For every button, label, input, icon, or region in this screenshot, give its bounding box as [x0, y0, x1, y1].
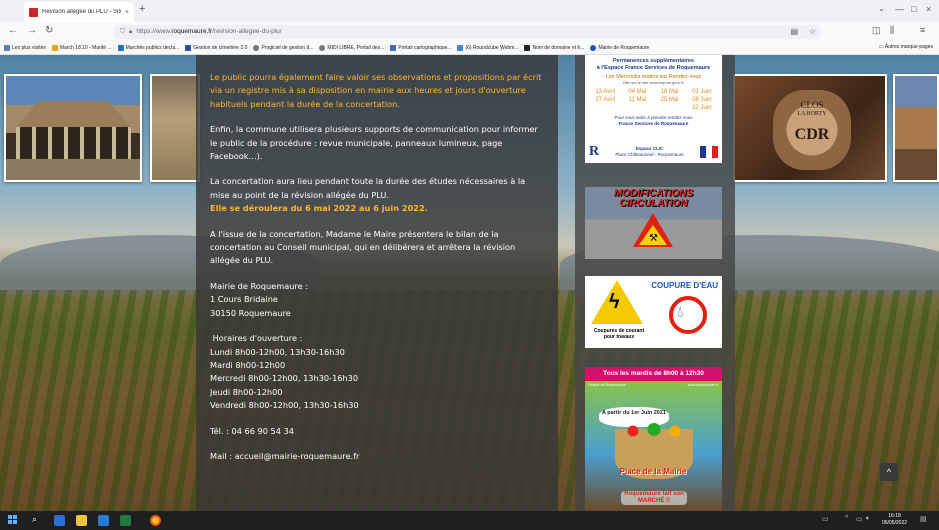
windows-start-icon[interactable]	[8, 515, 19, 526]
worker-icon: ⚒	[649, 233, 658, 244]
bookmark-star-icon[interactable]: ☆	[809, 27, 816, 36]
bookmark-favicon-icon	[590, 44, 597, 51]
bookmark-item[interactable]: Mairie de Roquemaure	[590, 44, 649, 51]
concertation-dates: Elle se déroulera du 6 mai 2022 au 6 jui…	[210, 203, 428, 214]
reader-view-icon[interactable]: ▤	[790, 27, 798, 36]
close-window-button[interactable]: ×	[926, 4, 931, 14]
vegetables-icon	[619, 423, 689, 439]
tab-title: Révision allégée du PLU - Site ...	[42, 9, 121, 15]
site-favicon-icon	[29, 7, 38, 17]
market-hall-photo	[4, 74, 142, 182]
outlook-icon[interactable]	[54, 515, 65, 526]
show-hidden-icons[interactable]: ^	[845, 515, 848, 522]
globe-icon	[319, 44, 326, 51]
bookmark-item[interactable]: Portail cartographique...	[390, 44, 451, 51]
back-icon[interactable]: ←	[8, 25, 18, 36]
browser-tab[interactable]: Révision allégée du PLU - Site ... ×	[24, 2, 134, 22]
reload-icon[interactable]: ↻	[45, 25, 53, 36]
article-content: Le public pourra également faire valoir …	[196, 55, 558, 511]
permanence-dates: 13 Avril 04 Mai 18 Mai 01 Juin 27 Avril 11 M…	[595, 89, 712, 111]
barrel-text: CLOS	[800, 100, 824, 110]
hours-title: Horaires d'ouverture :	[210, 333, 303, 344]
url-prefix: https://www.	[136, 28, 172, 35]
bookmark-item[interactable]: (6) Roundcube Webm...	[457, 44, 518, 51]
phone-number: Tél. : 04 66 90 54 34	[210, 425, 294, 436]
barrel-text: CDR	[794, 126, 830, 143]
bookmark-favicon-icon	[457, 44, 464, 51]
paragraph-registre: Le public pourra également faire valoir …	[210, 72, 542, 109]
windows-taskbar: ⌕ ▭ ^ ▭ 🔈︎ 16:18 06/05/2022 ▤	[0, 511, 939, 530]
coupure-eau-banner[interactable]: ϟ Coupures de courant pour travaux COUPU…	[585, 276, 722, 348]
email-address[interactable]: Mail : accueil@mairie-roquemaure.fr	[210, 450, 546, 463]
pocket-icon[interactable]: ◫	[872, 25, 881, 36]
other-bookmarks[interactable]: ▭ Autres marque-pages	[879, 44, 933, 50]
bookmark-item[interactable]: March 18.10 - Marité ...	[51, 44, 112, 51]
notifications-icon[interactable]: ▤	[920, 515, 927, 523]
village-photo	[150, 74, 200, 182]
scroll-to-top-button[interactable]: ^	[880, 463, 898, 481]
sidebar: Permanences supplémentaires à l'Espace F…	[575, 55, 735, 511]
bookmark-item[interactable]: Gestion de cimetière 2.0	[185, 44, 247, 51]
modifications-circulation-banner[interactable]: MODIFICATIONS CIRCULATION ⚒	[585, 187, 722, 259]
file-explorer-icon[interactable]	[76, 515, 87, 526]
bookmark-favicon-icon	[51, 44, 58, 51]
bookmarks-toolbar: Les plus visités March 18.10 - Marité ..…	[0, 41, 939, 55]
bookmark-favicon-icon	[117, 44, 124, 51]
globe-icon	[253, 44, 260, 51]
bookmark-favicon-icon	[185, 44, 192, 51]
web-page: CLOS LA BORTY CDR Le public pourra égale…	[0, 55, 939, 511]
url-domain: roquemaure.fr	[171, 28, 213, 35]
gear-icon	[4, 44, 10, 51]
no-water-icon	[669, 296, 707, 334]
bookmark-favicon-icon	[390, 44, 397, 51]
firefox-icon[interactable]	[150, 515, 161, 526]
forward-icon[interactable]: →	[27, 25, 37, 36]
bookmark-item[interactable]: Marchés publics decla...	[117, 44, 179, 51]
search-icon[interactable]: ⌕	[32, 514, 37, 525]
barrel: CLOS LA BORTY CDR	[773, 90, 851, 170]
mairie-address: Mairie de Roquemaure : 1 Cours Bridaine …	[210, 280, 308, 318]
url-path: /revision-allegee-du-plu/	[212, 28, 282, 35]
menu-icon[interactable]: ≡	[920, 25, 925, 35]
bookmark-favicon-icon	[524, 44, 531, 51]
banner-title: Tous les mardis de 8h00 à 12h30	[603, 370, 704, 377]
barrel-text: LA BORTY	[797, 111, 827, 117]
paragraph-bilan: A l'issue de la concertation, Madame le …	[210, 228, 516, 266]
wine-barrel-photo: CLOS LA BORTY CDR	[733, 74, 887, 182]
banner-title: COUPURE D'EAU	[651, 281, 718, 290]
bookmark-item[interactable]: Les plus visités	[4, 44, 46, 51]
bookmark-item[interactable]: MIDI LIBRE, Portail des...	[319, 44, 384, 51]
lock-icon[interactable]: 🔒︎	[129, 28, 132, 35]
close-tab-icon[interactable]: ×	[125, 9, 129, 16]
address-bar[interactable]: ⛉ 🔒︎ https://www.roquemaure.fr/revision-al…	[114, 25, 820, 39]
roquemaure-logo-icon: R	[589, 144, 600, 159]
opening-hours: Horaires d'ouverture : Lundi 8h00-12h00,…	[210, 332, 546, 412]
street-photo	[893, 74, 939, 182]
banner-title: MODIFICATIONS CIRCULATION	[613, 188, 694, 209]
network-icon[interactable]: ▭	[856, 515, 863, 523]
tab-strip: Révision allégée du PLU - Site ... × + ⌄…	[0, 0, 939, 22]
marche-banner[interactable]: Tous les mardis de 8h00 à 12h30 f Mairie…	[585, 367, 722, 511]
paragraph-communication: Enfin, la commune utilisera plusieurs su…	[210, 124, 538, 162]
list-tabs-icon[interactable]: ⌄	[878, 4, 885, 13]
paragraph-concertation: La concertation aura lieu pendant toute …	[210, 176, 526, 214]
navigation-bar: ← → ↻ ⛉ 🔒︎ https://www.roquemaure.fr/revis…	[0, 22, 939, 41]
library-icon[interactable]: ⫼	[890, 25, 894, 36]
excel-icon[interactable]	[120, 515, 131, 526]
france-services-banner[interactable]: Permanences supplémentaires à l'Espace F…	[585, 55, 722, 163]
volume-icon[interactable]: 🔈︎	[866, 515, 870, 523]
system-clock[interactable]: 16:18 06/05/2022	[882, 513, 907, 527]
bookmark-item[interactable]: Nom de domaine et h...	[524, 44, 584, 51]
maximize-button[interactable]: □	[911, 4, 916, 14]
republique-francaise-icon	[699, 146, 718, 158]
word-icon[interactable]	[98, 515, 109, 526]
folder-icon: ▭	[879, 44, 884, 50]
keyboard-icon[interactable]: ▭	[822, 515, 829, 523]
minimize-button[interactable]: —	[895, 4, 904, 14]
new-tab-button[interactable]: +	[139, 3, 145, 15]
bookmark-item[interactable]: Progiciel de gestion d...	[253, 44, 313, 51]
tracking-shield-icon[interactable]: ⛉	[120, 28, 125, 35]
